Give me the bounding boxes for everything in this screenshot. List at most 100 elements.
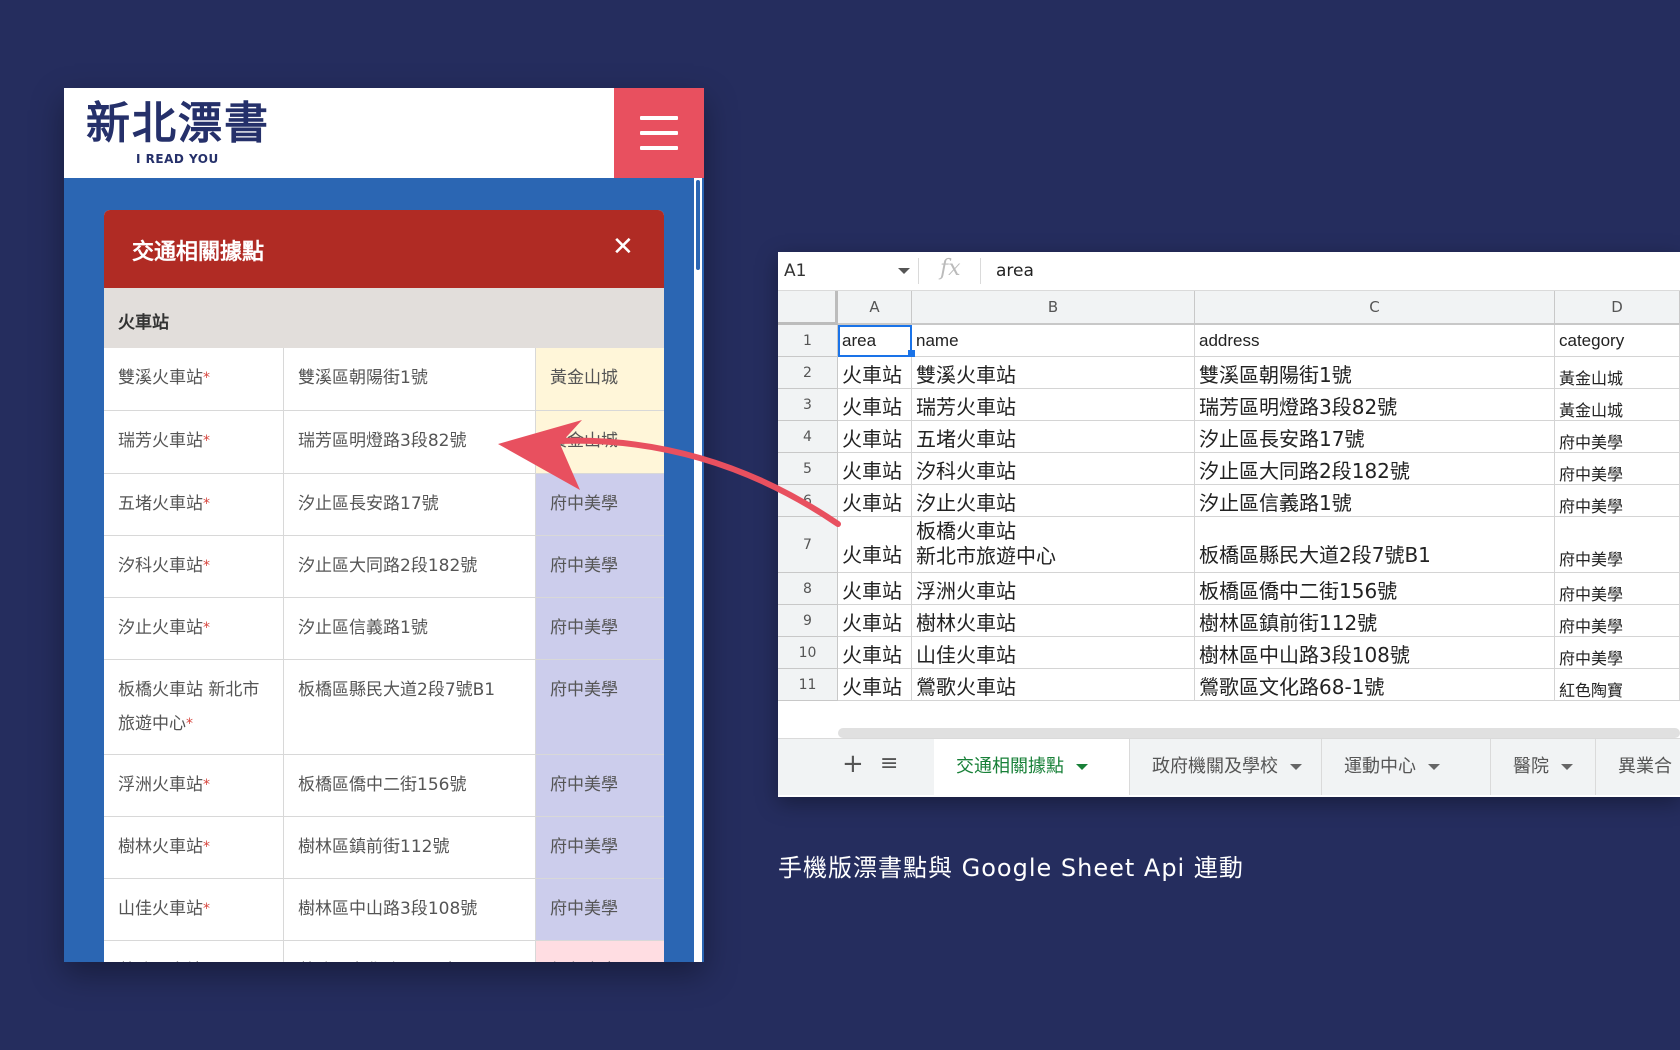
data-cell[interactable]: 樹林區鎮前街112號 bbox=[1195, 605, 1555, 637]
row-header[interactable]: 2 bbox=[778, 357, 838, 389]
row-header[interactable]: 6 bbox=[778, 485, 838, 517]
location-table: 雙溪火車站* 雙溪區朝陽街1號 黃金山城 瑞芳火車站* 瑞芳區明燈路3段82號 黃金山城五… bbox=[104, 348, 664, 962]
name-box[interactable]: A1 bbox=[784, 261, 806, 281]
data-cell[interactable]: 火車站 bbox=[838, 485, 912, 517]
sheet-tab[interactable]: 政府機關及學校 bbox=[1130, 739, 1322, 795]
data-cell[interactable]: 府中美學 bbox=[1555, 421, 1680, 453]
data-cell[interactable]: 五堵火車站 bbox=[912, 421, 1195, 453]
data-cell[interactable]: 板橋火車站 新北市旅遊中心 bbox=[912, 517, 1195, 573]
table-row[interactable]: 汐止火車站* 汐止區信義路1號 府中美學 bbox=[104, 598, 664, 660]
row-header[interactable]: 8 bbox=[778, 573, 838, 605]
data-cell[interactable]: 瑞芳火車站 bbox=[912, 389, 1195, 421]
row-header[interactable]: 3 bbox=[778, 389, 838, 421]
section-header: 火車站 bbox=[104, 288, 664, 348]
site-logo[interactable]: 新北漂書 bbox=[86, 96, 270, 152]
column-header[interactable]: A bbox=[838, 291, 912, 325]
data-cell[interactable]: 府中美學 bbox=[1555, 573, 1680, 605]
data-cell[interactable]: 汐科火車站 bbox=[912, 453, 1195, 485]
column-header[interactable]: D bbox=[1555, 291, 1680, 325]
data-cell[interactable]: 黃金山城 bbox=[1555, 357, 1680, 389]
data-cell[interactable]: 汐止火車站 bbox=[912, 485, 1195, 517]
data-cell[interactable]: 鶯歌區文化路68-1號 bbox=[1195, 669, 1555, 701]
data-cell[interactable]: 浮洲火車站 bbox=[912, 573, 1195, 605]
table-row[interactable]: 浮洲火車站* 板橋區僑中二街156號 府中美學 bbox=[104, 755, 664, 817]
row-header[interactable]: 10 bbox=[778, 637, 838, 669]
table-row[interactable]: 山佳火車站* 樹林區中山路3段108號 府中美學 bbox=[104, 879, 664, 941]
header-cell[interactable]: category bbox=[1555, 325, 1680, 357]
data-cell[interactable]: 府中美學 bbox=[1555, 453, 1680, 485]
data-cell[interactable]: 火車站 bbox=[838, 453, 912, 485]
caret-down-icon[interactable] bbox=[1076, 764, 1088, 770]
header-cell[interactable]: area bbox=[838, 325, 912, 357]
table-row[interactable]: 鶯歌火車站*鶯歌區文化路68-1號紅色陶寶 bbox=[104, 941, 664, 962]
data-cell[interactable]: 火車站 bbox=[838, 605, 912, 637]
sheet-tab[interactable]: 運動中心 bbox=[1322, 739, 1491, 795]
row-header[interactable]: 11 bbox=[778, 669, 838, 701]
data-cell[interactable]: 火車站 bbox=[838, 517, 912, 573]
station-address: 板橋區僑中二街156號 bbox=[284, 755, 536, 816]
table-row[interactable]: 板橋火車站 新北市旅遊中心* 板橋區縣民大道2段7號B1 府中美學 bbox=[104, 660, 664, 755]
required-star-icon: * bbox=[203, 620, 210, 636]
data-cell[interactable]: 山佳火車站 bbox=[912, 637, 1195, 669]
fill-handle[interactable] bbox=[908, 350, 915, 357]
add-sheet-icon[interactable]: + bbox=[842, 749, 864, 779]
data-cell[interactable]: 火車站 bbox=[838, 637, 912, 669]
data-cell[interactable]: 府中美學 bbox=[1555, 485, 1680, 517]
header-cell[interactable]: address bbox=[1195, 325, 1555, 357]
data-cell[interactable]: 雙溪火車站 bbox=[912, 357, 1195, 389]
caret-down-icon[interactable] bbox=[1428, 764, 1440, 770]
horizontal-scrollbar[interactable] bbox=[838, 728, 1680, 738]
sheet-tab-label: 醫院 bbox=[1513, 756, 1549, 777]
data-cell[interactable]: 板橋區僑中二街156號 bbox=[1195, 573, 1555, 605]
data-cell[interactable]: 雙溪區朝陽街1號 bbox=[1195, 357, 1555, 389]
station-name: 汐科火車站* bbox=[104, 536, 284, 597]
table-row[interactable]: 瑞芳火車站* 瑞芳區明燈路3段82號 黃金山城 bbox=[104, 411, 664, 474]
caret-down-icon[interactable] bbox=[1290, 764, 1302, 770]
data-cell[interactable]: 鶯歌火車站 bbox=[912, 669, 1195, 701]
row-header[interactable]: 5 bbox=[778, 453, 838, 485]
data-cell[interactable]: 樹林火車站 bbox=[912, 605, 1195, 637]
mobile-mockup: 新北漂書 I READ YOU 交通相關據點 ✕ 火車站 雙溪火車站* 雙溪區朝陽… bbox=[64, 88, 704, 962]
hamburger-menu-button[interactable] bbox=[614, 88, 704, 178]
data-cell[interactable]: 汐止區長安路17號 bbox=[1195, 421, 1555, 453]
row-header[interactable]: 9 bbox=[778, 605, 838, 637]
sheet-tab[interactable]: 醫院 bbox=[1491, 739, 1596, 795]
close-icon[interactable]: ✕ bbox=[612, 232, 634, 262]
data-cell[interactable]: 府中美學 bbox=[1555, 637, 1680, 669]
row-header[interactable]: 7 bbox=[778, 517, 838, 573]
table-row[interactable]: 五堵火車站* 汐止區長安路17號 府中美學 bbox=[104, 474, 664, 536]
data-cell[interactable]: 汐止區大同路2段182號 bbox=[1195, 453, 1555, 485]
data-cell[interactable]: 瑞芳區明燈路3段82號 bbox=[1195, 389, 1555, 421]
table-row[interactable]: 雙溪火車站* 雙溪區朝陽街1號 黃金山城 bbox=[104, 348, 664, 411]
page-scrollbar[interactable] bbox=[694, 178, 702, 962]
column-header[interactable]: C bbox=[1195, 291, 1555, 325]
data-cell[interactable]: 樹林區中山路3段108號 bbox=[1195, 637, 1555, 669]
data-cell[interactable]: 板橋區縣民大道2段7號B1 bbox=[1195, 517, 1555, 573]
data-cell[interactable]: 火車站 bbox=[838, 573, 912, 605]
data-cell[interactable]: 汐止區信義路1號 bbox=[1195, 485, 1555, 517]
all-sheets-icon[interactable]: ≡ bbox=[880, 751, 898, 776]
data-cell[interactable]: 紅色陶寶 bbox=[1555, 669, 1680, 701]
sheet-tab[interactable]: 異業合作 bbox=[1596, 739, 1680, 795]
data-cell[interactable]: 府中美學 bbox=[1555, 605, 1680, 637]
row-header[interactable]: 1 bbox=[778, 325, 838, 357]
row-header[interactable]: 4 bbox=[778, 421, 838, 453]
data-cell[interactable]: 火車站 bbox=[838, 669, 912, 701]
column-header[interactable]: B bbox=[912, 291, 1195, 325]
page-scrollbar-thumb[interactable] bbox=[696, 180, 700, 270]
sheet-tab[interactable]: 交通相關據點 bbox=[934, 739, 1130, 795]
data-cell[interactable]: 府中美學 bbox=[1555, 517, 1680, 573]
formula-input[interactable]: area bbox=[996, 261, 1034, 281]
table-row[interactable]: 樹林火車站* 樹林區鎮前街112號 府中美學 bbox=[104, 817, 664, 879]
table-row[interactable]: 汐科火車站* 汐止區大同路2段182號 府中美學 bbox=[104, 536, 664, 598]
select-all-corner[interactable] bbox=[778, 291, 838, 325]
data-cell[interactable]: 黃金山城 bbox=[1555, 389, 1680, 421]
header-cell[interactable]: name bbox=[912, 325, 1195, 357]
data-cell[interactable]: 火車站 bbox=[838, 357, 912, 389]
chevron-down-icon[interactable] bbox=[898, 268, 910, 274]
caret-down-icon[interactable] bbox=[1561, 764, 1573, 770]
data-cell[interactable]: 火車站 bbox=[838, 421, 912, 453]
menu-bar-icon bbox=[640, 116, 678, 120]
category-tag: 府中美學 bbox=[536, 879, 664, 940]
data-cell[interactable]: 火車站 bbox=[838, 389, 912, 421]
